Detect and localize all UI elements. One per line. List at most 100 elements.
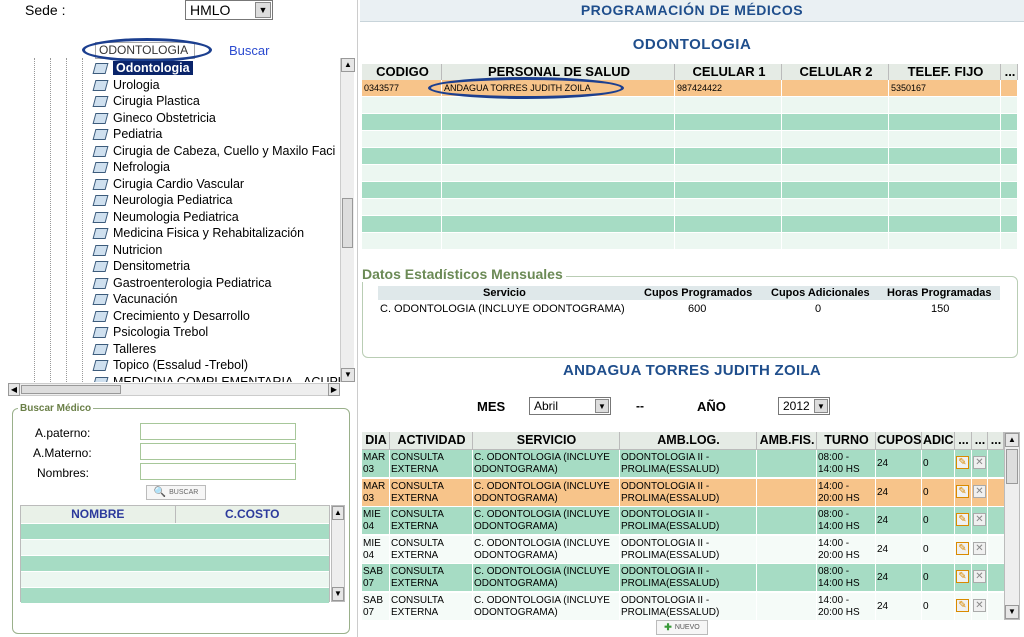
delete-icon[interactable]: ✕: [973, 570, 986, 583]
scroll-thumb[interactable]: [342, 198, 353, 248]
delete-cell: ✕: [972, 507, 988, 534]
staff-col-header[interactable]: ...: [1001, 64, 1018, 80]
tree-item[interactable]: Cirugia Plastica: [92, 93, 200, 109]
staff-col-header[interactable]: CELULAR 2: [782, 64, 889, 80]
delete-icon[interactable]: ✕: [973, 598, 986, 612]
buscar-medico-button[interactable]: 🔍 BUSCAR: [146, 485, 206, 500]
tree-item[interactable]: Vacunación: [92, 291, 177, 307]
tree-item[interactable]: Cirugia Cardio Vascular: [92, 176, 244, 192]
tree-item[interactable]: Odontologia: [92, 60, 193, 76]
table-cell: [1001, 233, 1018, 249]
table-cell: 0: [922, 592, 955, 620]
staff-col-header[interactable]: CODIGO: [362, 64, 442, 80]
nuevo-button[interactable]: ✚ NUEVO: [656, 620, 708, 635]
tree-item[interactable]: Neurologia Pediatrica: [92, 192, 233, 208]
edit-icon[interactable]: ✎: [956, 541, 969, 555]
delete-cell: ✕: [972, 564, 988, 591]
table-cell: [442, 199, 675, 215]
scroll-right-icon[interactable]: ▶: [328, 383, 340, 396]
tree-item[interactable]: Cirugia de Cabeza, Cuello y Maxilo Faci: [92, 143, 335, 159]
tree-item[interactable]: Urologia: [92, 77, 160, 93]
tree-item[interactable]: Gineco Obstetricia: [92, 110, 216, 126]
tree-item[interactable]: Crecimiento y Desarrollo: [92, 308, 250, 324]
edit-icon[interactable]: ✎: [956, 570, 969, 583]
delete-icon[interactable]: ✕: [973, 541, 986, 555]
scroll-up-icon[interactable]: ▲: [341, 58, 355, 72]
edit-icon[interactable]: ✎: [956, 456, 969, 469]
table-row[interactable]: [362, 114, 1018, 131]
staff-col-header[interactable]: TELEF. FIJO: [889, 64, 1001, 80]
tree-item[interactable]: Talleres: [92, 341, 156, 357]
edit-cell: ✎: [955, 535, 972, 563]
edit-icon[interactable]: ✎: [956, 598, 969, 612]
tree-item[interactable]: Topico (Essalud -Trebol): [92, 357, 248, 373]
schedule-col-header[interactable]: ADIC.: [922, 432, 955, 449]
stats-col-cupos-programados: Cupos Programados: [644, 287, 753, 299]
table-row[interactable]: [362, 165, 1018, 182]
edit-icon[interactable]: ✎: [956, 484, 969, 498]
mes-select[interactable]: Abril ▼: [529, 397, 611, 415]
scroll-thumb[interactable]: [21, 385, 121, 394]
schedule-col-header[interactable]: TURNO: [817, 432, 876, 449]
chevron-down-icon[interactable]: ▼: [595, 399, 609, 413]
scroll-up-icon[interactable]: ▲: [1005, 433, 1019, 447]
edit-icon[interactable]: ✎: [956, 513, 969, 526]
table-row[interactable]: [362, 216, 1018, 233]
amaterno-input[interactable]: [140, 443, 296, 460]
tree-vertical-scrollbar[interactable]: ▲ ▼: [340, 58, 355, 382]
schedule-col-header[interactable]: ACTIVIDAD: [390, 432, 473, 449]
tree-horizontal-scrollbar[interactable]: ◀ ▶: [8, 383, 340, 396]
table-row[interactable]: [362, 97, 1018, 114]
schedule-scrollbar[interactable]: ▲ ▼: [1004, 432, 1020, 620]
tree-item[interactable]: Pediatria: [92, 126, 162, 142]
schedule-col-header[interactable]: CUPOS: [876, 432, 922, 449]
chevron-down-icon[interactable]: ▼: [814, 399, 828, 413]
scroll-down-icon[interactable]: ▼: [332, 587, 344, 601]
table-row[interactable]: MIE 04 CONSULTA EXTERNA C. ODONTOLOGIA (IN…: [362, 535, 1004, 564]
schedule-col-header[interactable]: SERVICIO: [473, 432, 620, 449]
table-row[interactable]: MAR 03 CONSULTA EXTERNA C. ODONTOLOGIA (IN…: [362, 478, 1004, 507]
schedule-col-header[interactable]: ...: [988, 432, 1004, 449]
table-row[interactable]: SAB 07 CONSULTA EXTERNA C. ODONTOLOGIA (IN…: [362, 592, 1004, 620]
table-cell: SAB 07: [362, 592, 390, 620]
tree-item[interactable]: MEDICINA COMPLEMENTARIA - ACUPUN: [92, 374, 340, 383]
tree-item[interactable]: Neumologia Pediatrica: [92, 209, 239, 225]
table-row[interactable]: MAR 03 CONSULTA EXTERNA C. ODONTOLOGIA (IN…: [362, 450, 1004, 478]
apaterno-input[interactable]: [140, 423, 296, 440]
scroll-down-icon[interactable]: ▼: [1005, 605, 1019, 619]
schedule-col-header[interactable]: ...: [955, 432, 972, 449]
delete-icon[interactable]: ✕: [973, 513, 986, 526]
nombres-input[interactable]: [140, 463, 296, 480]
table-cell: [442, 114, 675, 130]
table-row[interactable]: [362, 233, 1018, 250]
table-row[interactable]: [362, 148, 1018, 165]
table-row[interactable]: [362, 199, 1018, 216]
chevron-down-icon[interactable]: ▼: [255, 2, 271, 18]
book-icon: [92, 277, 107, 289]
tree-item[interactable]: Densitometria: [92, 258, 190, 274]
table-row[interactable]: [362, 182, 1018, 199]
tree-item[interactable]: Medicina Fisica y Rehabitalización: [92, 225, 304, 241]
sede-select[interactable]: HMLO ▼: [185, 0, 273, 20]
buscar-link[interactable]: Buscar: [229, 43, 269, 58]
staff-col-header[interactable]: CELULAR 1: [675, 64, 782, 80]
table-row[interactable]: [362, 131, 1018, 148]
schedule-col-header[interactable]: ...: [972, 432, 988, 449]
schedule-col-header[interactable]: DIA: [362, 432, 390, 449]
table-row[interactable]: MIE 04 CONSULTA EXTERNA C. ODONTOLOGIA (IN…: [362, 507, 1004, 535]
scroll-thumb[interactable]: [1006, 449, 1018, 484]
tree-item[interactable]: Psicologia Trebol: [92, 324, 208, 340]
scroll-down-icon[interactable]: ▼: [341, 368, 355, 382]
schedule-col-header[interactable]: AMB.FIS.: [757, 432, 817, 449]
medico-grid-scrollbar[interactable]: ▲ ▼: [331, 505, 345, 602]
delete-icon[interactable]: ✕: [973, 484, 986, 498]
tree-item[interactable]: Nutricion: [92, 242, 162, 258]
scroll-up-icon[interactable]: ▲: [332, 506, 344, 520]
tree-item[interactable]: Nefrologia: [92, 159, 170, 175]
anio-select[interactable]: 2012 ▼: [778, 397, 830, 415]
table-row[interactable]: SAB 07 CONSULTA EXTERNA C. ODONTOLOGIA (IN…: [362, 564, 1004, 592]
scroll-left-icon[interactable]: ◀: [8, 383, 20, 396]
delete-icon[interactable]: ✕: [973, 456, 986, 469]
schedule-col-header[interactable]: AMB.LOG.: [620, 432, 757, 449]
tree-item[interactable]: Gastroenterologia Pediatrica: [92, 275, 271, 291]
